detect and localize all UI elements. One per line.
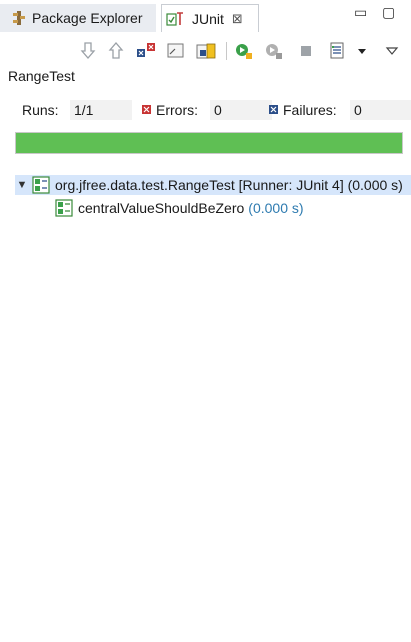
dropdown-icon[interactable] (352, 41, 372, 61)
collapse-chevron-icon[interactable]: ▼ (15, 179, 29, 191)
test-time: (0.000 s) (248, 200, 304, 216)
toolbar-separator (226, 42, 227, 60)
show-skipped-icon[interactable] (196, 41, 216, 61)
view-tab-bar: Package Explorer JUnit ⊠ ▭ ▢ (0, 0, 411, 34)
junit-toolbar (0, 36, 411, 66)
package-explorer-icon (13, 11, 25, 25)
errors-label: Errors: (156, 102, 198, 118)
test-ok-icon (55, 199, 73, 217)
test-name: centralValueShouldBeZero (78, 200, 245, 216)
rerun-test-icon[interactable] (234, 41, 254, 61)
failures-label: Failures: (283, 102, 337, 118)
tree-item-suite[interactable]: ▼ org.jfree.data.test.RangeTest [Runner:… (15, 175, 411, 195)
test-counters: Runs: 1/1 Errors: 0 Failures: 0 (0, 98, 411, 122)
tab-junit-label: JUnit (192, 10, 224, 27)
view-menu-icon[interactable] (382, 41, 402, 61)
tree-item-test[interactable]: centralValueShouldBeZero (0.000 s) (52, 198, 304, 218)
previous-failure-icon[interactable] (106, 41, 126, 61)
tab-package-explorer[interactable]: Package Explorer (0, 4, 156, 32)
test-progress-bar (15, 132, 403, 154)
test-progress-fill (16, 133, 402, 153)
minimize-view-icon[interactable]: ▭ (354, 4, 367, 21)
stop-icon[interactable] (296, 41, 316, 61)
failures-value: 0 (350, 100, 411, 120)
tab-junit[interactable]: JUnit ⊠ (161, 4, 259, 32)
error-icon (142, 105, 151, 114)
runs-value: 1/1 (70, 100, 132, 120)
test-run-title: RangeTest (8, 68, 75, 84)
test-run-history-icon[interactable] (328, 41, 348, 61)
junit-view: Package Explorer JUnit ⊠ ▭ ▢ RangeTest R… (0, 0, 411, 642)
test-suite-ok-icon (32, 176, 50, 194)
scroll-lock-icon[interactable] (166, 41, 186, 61)
failure-icon (269, 105, 278, 114)
next-failure-icon[interactable] (78, 41, 98, 61)
errors-value: 0 (210, 100, 272, 120)
show-failures-only-icon[interactable] (136, 41, 156, 61)
tab-package-explorer-label: Package Explorer (32, 10, 143, 26)
rerun-failed-first-icon[interactable] (264, 41, 284, 61)
suite-label: org.jfree.data.test.RangeTest [Runner: J… (55, 177, 403, 193)
runs-label: Runs: (22, 102, 59, 118)
junit-icon (166, 11, 183, 26)
close-tab-icon[interactable]: ⊠ (232, 11, 243, 27)
maximize-view-icon[interactable]: ▢ (382, 4, 395, 21)
